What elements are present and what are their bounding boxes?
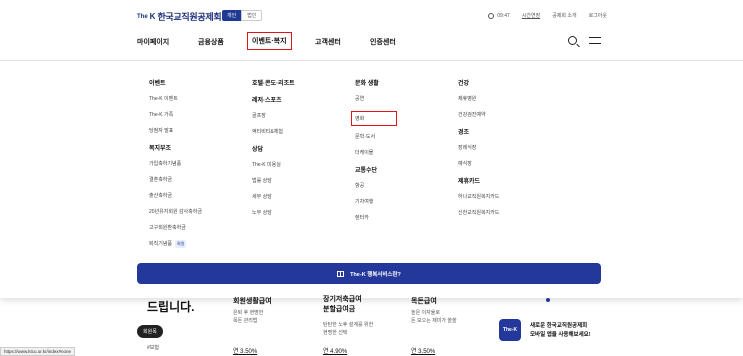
rate-link[interactable]: 연 3.50% — [233, 346, 257, 355]
utility-links: 09:47 시간연장 공제회 소개 로그아웃 — [488, 12, 607, 19]
logout-link[interactable]: 로그아웃 — [589, 12, 607, 19]
hamburger-menu-icon[interactable] — [589, 37, 601, 44]
hashtag: #보험 — [147, 345, 159, 351]
menu-link[interactable]: 문학·도서 — [355, 133, 397, 140]
menu-link-retirement[interactable]: 퇴직기념품 회원 — [149, 240, 202, 248]
search-icon[interactable] — [568, 36, 577, 45]
menu-heading-culture: 문화 생활 — [355, 81, 379, 87]
card-desc: 은퇴 후 현명한 — [233, 310, 264, 316]
menu-link[interactable]: 결혼축하금 — [149, 176, 202, 183]
app-promo-text: 새로운 한국교직원공제회 모바일 앱을 사용해보세요! — [530, 322, 591, 340]
intro-link[interactable]: 공제회 소개 — [552, 12, 576, 19]
card-desc: 현명한 선택 — [323, 330, 348, 336]
menu-link[interactable]: 20년유지회원 감사축하금 — [149, 208, 202, 215]
menu-link[interactable]: The-K 가족 — [149, 111, 202, 118]
menu-link-movie[interactable]: 영화 — [351, 111, 397, 126]
menu-link[interactable]: 더케이몰 — [355, 149, 397, 156]
gift-icon — [337, 270, 345, 277]
menu-heading-hotel[interactable]: 호텔·콘도·리조트 — [252, 78, 295, 87]
app-promo-line2: 모바일 앱을 사용해보세요! — [530, 332, 591, 338]
card-title: 목돈급여 — [411, 298, 437, 305]
app-icon[interactable]: The-K — [499, 319, 521, 341]
menu-link[interactable]: 당첨자 발표 — [149, 127, 202, 134]
rate-link[interactable]: 연 3.50% — [411, 346, 435, 355]
mega-menu: 이벤트 The-K 이벤트 The-K 가족 당첨자 발표 복지부조 가입축하기… — [0, 61, 743, 298]
card-title: 장기저축급여 — [323, 296, 362, 303]
menu-link[interactable]: 법률 상담 — [252, 177, 295, 184]
status-bar-url: https://www.ktcu.or.kr/index#none — [0, 347, 76, 356]
menu-heading-card: 제휴카드 — [458, 179, 481, 185]
menu-link[interactable]: 액티비티&체험 — [252, 128, 295, 135]
category-pill[interactable]: 회원목 — [137, 325, 163, 338]
menu-link[interactable]: 예식장 — [458, 160, 499, 167]
menu-heading-leisure: 레저·스포츠 — [252, 98, 282, 104]
menu-heading-welfare: 복지부조 — [149, 146, 172, 152]
nav-financial-products[interactable]: 금융상품 — [198, 37, 224, 47]
hero-text: 드립니다. — [147, 300, 195, 314]
card-desc: 돈 모으는 재미가 쏠쏠 — [411, 318, 457, 324]
menu-link[interactable]: 세무 상담 — [252, 193, 295, 200]
nav-customer-center[interactable]: 고객센터 — [315, 37, 341, 47]
carousel-dot[interactable] — [546, 298, 550, 302]
menu-link[interactable]: 출산축하금 — [149, 192, 202, 199]
menu-link[interactable]: 노무 상담 — [252, 209, 295, 216]
logo-the: The — [137, 13, 148, 20]
clock-icon — [488, 12, 495, 19]
card-desc: 목돈 관리법 — [233, 318, 258, 324]
segment-personal[interactable]: 개인 — [222, 10, 242, 21]
nav-icons — [568, 36, 601, 45]
segment-corporate[interactable]: 법인 — [241, 10, 263, 21]
menu-link[interactable]: The-K 이벤트 — [149, 95, 202, 102]
menu-heading-consult: 상담 — [252, 147, 264, 153]
menu-heading-event: 이벤트 — [149, 81, 166, 87]
menu-col-health: 건강 제휴병원 건강검진예약 경조 장례식장 예식장 제휴카드 하나교직원복지카… — [458, 78, 499, 225]
card-title: 회원생활급여 — [233, 298, 272, 305]
menu-col-hotel: 호텔·콘도·리조트 레저·스포츠 골프장 액티비티&체험 상담 The-K 미용… — [252, 78, 295, 225]
menu-link[interactable]: 공연 — [355, 95, 397, 102]
banner-label: The-K 행복서비스란? — [350, 271, 401, 278]
menu-link[interactable]: 항공 — [355, 182, 397, 189]
menu-col-culture: 문화 생활 공연 영화 문학·도서 더케이몰 교통수단 항공 기차여행 렌터카 — [351, 78, 397, 230]
member-type-toggle: 개인 법인 — [222, 10, 263, 21]
menu-link[interactable]: 가입축하기념품 — [149, 160, 202, 167]
menu-link[interactable]: 렌터카 — [355, 214, 397, 221]
menu-link[interactable]: 제휴병원 — [458, 95, 499, 102]
menu-heading-health: 건강 — [458, 81, 470, 87]
menu-link-label: 퇴직기념품 — [149, 241, 173, 247]
top-utility-bar: The K 한국교직원공제회 개인 법인 09:47 시간연장 공제회 소개 로… — [0, 0, 743, 30]
page-content-peek: 드립니다. 회원목 #보험 회원생활급여 은퇴 후 현명한 목돈 관리법 연 3… — [0, 296, 743, 356]
extend-session-link[interactable]: 시간연장 — [522, 12, 540, 19]
menu-col-event: 이벤트 The-K 이벤트 The-K 가족 당첨자 발표 복지부조 가입축하기… — [149, 78, 202, 257]
menu-link[interactable]: 하나교직원복지카드 — [458, 193, 499, 200]
card-title: 분할급여금 — [323, 306, 356, 313]
main-navigation: 마이페이지 금융상품 이벤트·복지 고객센터 인증센터 — [0, 30, 743, 52]
brand-logo[interactable]: The K 한국교직원공제회 — [137, 10, 222, 23]
nav-auth-center[interactable]: 인증센터 — [370, 37, 396, 47]
menu-link[interactable]: 기차여행 — [355, 198, 397, 205]
session-timer: 09:47 — [497, 12, 510, 19]
nav-event-welfare[interactable]: 이벤트·복지 — [247, 32, 292, 50]
nav-mypage[interactable]: 마이페이지 — [137, 37, 169, 47]
menu-link[interactable]: 고구회원환축하금 — [149, 224, 202, 231]
card-desc: 탄탄한 노후 설계를 위한 — [323, 322, 374, 328]
app-promo-line1: 새로운 한국교직원공제회 — [530, 323, 588, 329]
menu-heading-transport: 교통수단 — [355, 168, 378, 174]
menu-link[interactable]: The-K 미용실 — [252, 161, 295, 168]
menu-link[interactable]: 장례식장 — [458, 144, 499, 151]
logo-name: 한국교직원공제회 — [157, 12, 222, 22]
rate-link[interactable]: 연 4.90% — [323, 346, 347, 355]
new-badge: 회원 — [175, 240, 187, 248]
card-desc: 높은 이자율로 — [411, 310, 440, 316]
menu-link[interactable]: 신한교직원복지카드 — [458, 209, 499, 216]
menu-heading-ceremony: 경조 — [458, 130, 470, 136]
menu-link[interactable]: 건강검진예약 — [458, 111, 499, 118]
logo-k: K — [149, 12, 156, 21]
happy-service-banner[interactable]: The-K 행복서비스란? — [137, 263, 601, 284]
menu-link[interactable]: 골프장 — [252, 112, 295, 119]
